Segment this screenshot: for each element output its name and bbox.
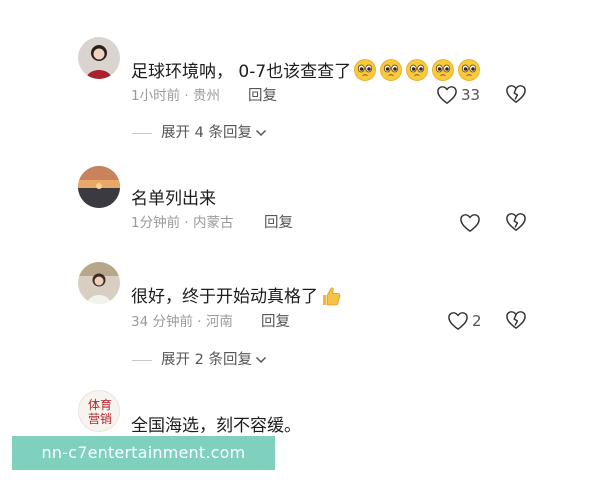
- like-count: 33: [461, 86, 481, 104]
- avatar-text-line2: 营销: [88, 412, 112, 426]
- reply-button[interactable]: 回复: [264, 214, 293, 232]
- reply-button[interactable]: 回复: [261, 313, 290, 331]
- avatar[interactable]: 体育 营销: [78, 390, 120, 432]
- chevron-down-icon: [255, 129, 266, 137]
- like-button[interactable]: 33: [436, 84, 480, 106]
- broken-heart-icon: [506, 85, 526, 103]
- expand-replies-label: 展开 4 条回复: [161, 125, 252, 141]
- avatar-text-line1: 体育: [88, 397, 112, 412]
- expand-replies-button[interactable]: 展开 2 条回复: [132, 351, 267, 369]
- divider: [132, 132, 152, 134]
- broken-heart-icon: [506, 213, 526, 231]
- pleading-face-icon: [431, 58, 455, 82]
- pleading-face-icon: [457, 58, 481, 82]
- watermark-banner: nn-c7entertainment.com: [12, 436, 275, 470]
- comment-thread: 足球环境呐， 0-7也该查查了 1小时前 · 贵州 回复 33 展开 4 条回复: [0, 0, 600, 480]
- watermark-text: nn-c7entertainment.com: [41, 443, 246, 462]
- pleading-face-icon: [379, 58, 403, 82]
- heart-icon: [460, 214, 480, 232]
- dislike-button[interactable]: [505, 212, 527, 234]
- heart-icon: [437, 86, 457, 104]
- broken-heart-icon: [506, 311, 526, 329]
- like-count: 2: [472, 312, 482, 330]
- comment-meta: 1分钟前 · 内蒙古: [131, 215, 234, 231]
- like-button[interactable]: 2: [447, 310, 482, 332]
- comment-text: 很好，终于开始动真格了: [131, 285, 342, 308]
- dislike-button[interactable]: [505, 310, 527, 332]
- divider: [132, 359, 152, 361]
- pleading-face-icon: [353, 58, 377, 82]
- chevron-down-icon: [255, 356, 266, 364]
- avatar[interactable]: [78, 166, 120, 208]
- comment-text: 名单列出来: [131, 189, 216, 209]
- comment-meta: 34 分钟前 · 河南: [131, 314, 233, 330]
- comment-text: 足球环境呐， 0-7也该查查了: [131, 58, 481, 83]
- thumbs-up-icon: [320, 285, 342, 307]
- reply-button[interactable]: 回复: [248, 87, 277, 105]
- heart-icon: [448, 312, 468, 330]
- comment-text: 全国海选，刻不容缓。: [131, 416, 301, 436]
- expand-replies-label: 展开 2 条回复: [161, 352, 252, 368]
- avatar[interactable]: [78, 37, 120, 79]
- like-button[interactable]: [459, 212, 484, 234]
- expand-replies-button[interactable]: 展开 4 条回复: [132, 124, 267, 142]
- dislike-button[interactable]: [505, 84, 527, 106]
- avatar[interactable]: [78, 262, 120, 304]
- comment-meta: 1小时前 · 贵州: [131, 88, 220, 104]
- pleading-face-icon: [405, 58, 429, 82]
